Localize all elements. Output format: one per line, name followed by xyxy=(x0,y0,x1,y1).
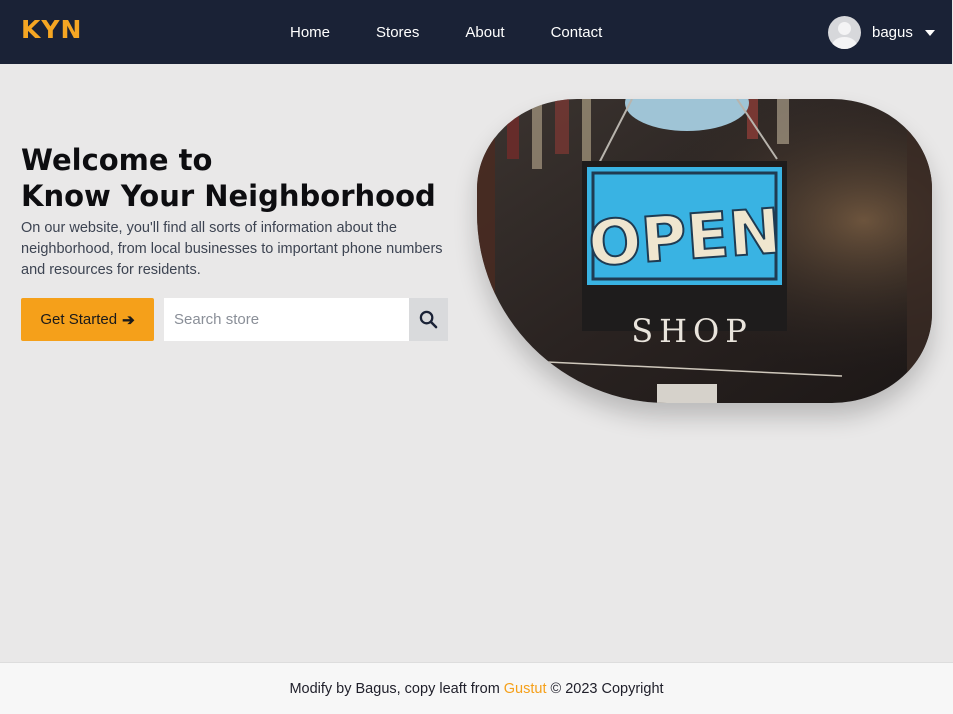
avatar-body xyxy=(832,37,857,49)
get-started-button[interactable]: Get Started ➔ xyxy=(21,298,154,341)
hero-image: OPEN SHOP xyxy=(477,99,932,403)
footer-copyright: © 2023 Copyright xyxy=(550,680,664,697)
search-input[interactable] xyxy=(164,298,409,341)
get-started-label: Get Started xyxy=(40,311,118,328)
brand-logo[interactable]: KYN xyxy=(21,15,82,44)
hero-title-line1: Welcome to xyxy=(21,143,213,177)
user-name[interactable]: bagus xyxy=(872,24,913,41)
nav-links: Home Stores About Contact xyxy=(267,0,625,64)
nav-link-stores[interactable]: Stores xyxy=(376,24,419,41)
nav-link-home[interactable]: Home xyxy=(290,24,330,41)
open-sign-illustration: OPEN SHOP xyxy=(477,99,932,403)
hero-title-line2: Know Your Neighborhood xyxy=(21,179,436,213)
navbar: KYN Home Stores About Contact bagus xyxy=(0,0,952,64)
user-avatar-icon[interactable] xyxy=(828,16,861,49)
avatar-head xyxy=(838,22,851,35)
arrow-right-icon: ➔ xyxy=(122,311,135,329)
search-button[interactable] xyxy=(409,298,448,341)
nav-link-about[interactable]: About xyxy=(465,24,504,41)
footer: Modify by Bagus, copy leaft from Gustut … xyxy=(0,662,953,714)
hero-description: On our website, you'll find all sorts of… xyxy=(21,220,443,278)
footer-prefix: Modify by Bagus, copy leaft from xyxy=(289,680,500,697)
hero-title: Welcome to Know Your Neighborhood xyxy=(21,142,436,214)
footer-link-gustut[interactable]: Gustut xyxy=(504,681,547,697)
caret-down-icon[interactable] xyxy=(924,29,935,36)
sign-open-text: OPEN xyxy=(586,194,783,280)
nav-link-contact[interactable]: Contact xyxy=(551,24,603,41)
search-icon xyxy=(419,310,438,329)
store-search xyxy=(164,298,448,341)
sign-shop-text: SHOP xyxy=(631,312,753,350)
user-menu[interactable]: bagus xyxy=(828,16,935,49)
